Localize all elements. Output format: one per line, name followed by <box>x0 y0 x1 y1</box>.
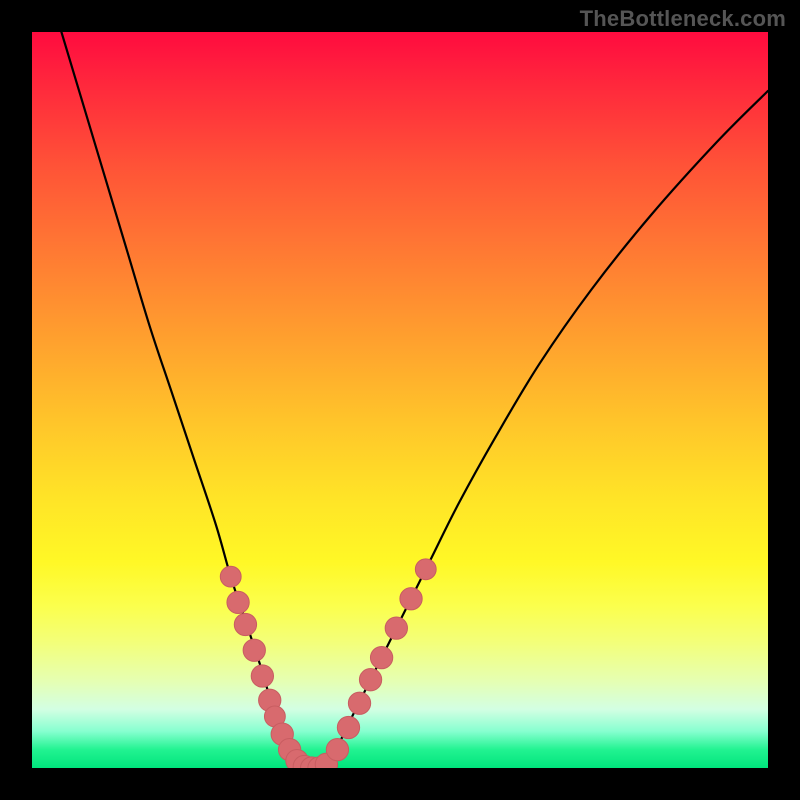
curve-marker <box>348 692 370 714</box>
curve-markers <box>220 559 436 768</box>
chart-frame: TheBottleneck.com <box>0 0 800 800</box>
curve-marker <box>243 639 265 661</box>
curve-marker <box>251 665 273 687</box>
bottleneck-curve <box>61 32 768 768</box>
curve-marker <box>385 617 407 639</box>
curve-marker <box>370 646 392 668</box>
curve-marker <box>359 669 381 691</box>
watermark-text: TheBottleneck.com <box>580 6 786 32</box>
curve-marker <box>400 588 422 610</box>
curve-marker <box>227 591 249 613</box>
curve-marker <box>415 559 436 580</box>
chart-svg <box>32 32 768 768</box>
plot-area <box>32 32 768 768</box>
curve-marker <box>337 716 359 738</box>
curve-marker <box>234 613 256 635</box>
curve-marker <box>220 566 241 587</box>
curve-marker <box>326 738 348 760</box>
